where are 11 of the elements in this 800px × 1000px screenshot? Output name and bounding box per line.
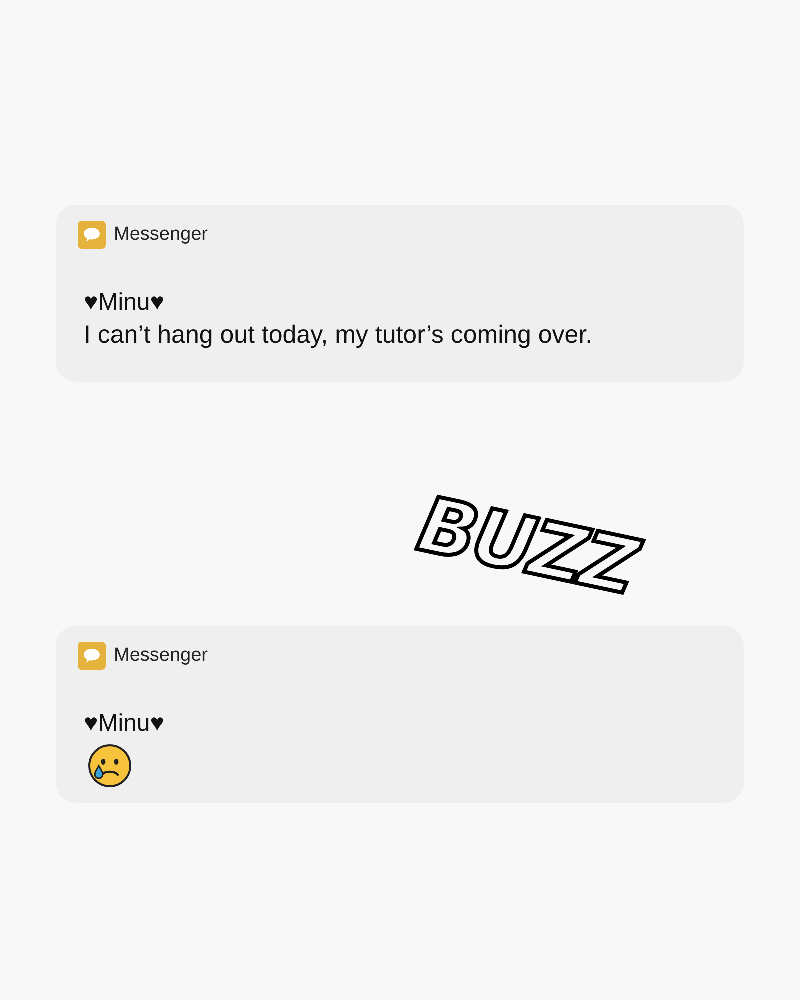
sender-name: ♥Minu♥ <box>84 288 165 318</box>
sender-name: ♥Minu♥ <box>84 709 165 739</box>
chat-bubble-icon <box>78 221 106 249</box>
chat-bubble-icon <box>78 642 106 670</box>
notification-card[interactable]: Messenger ♥Minu♥ <box>56 626 744 803</box>
sound-effect-text: BUZZ <box>412 486 642 606</box>
notification-card[interactable]: Messenger ♥Minu♥ I can’t hang out today, my tutor’s coming over. <box>56 205 744 382</box>
crying-face-icon <box>88 744 132 788</box>
app-name: Messenger <box>114 223 208 247</box>
app-name: Messenger <box>114 644 208 668</box>
message-text: I can’t hang out today, my tutor’s coming over. <box>84 320 593 351</box>
